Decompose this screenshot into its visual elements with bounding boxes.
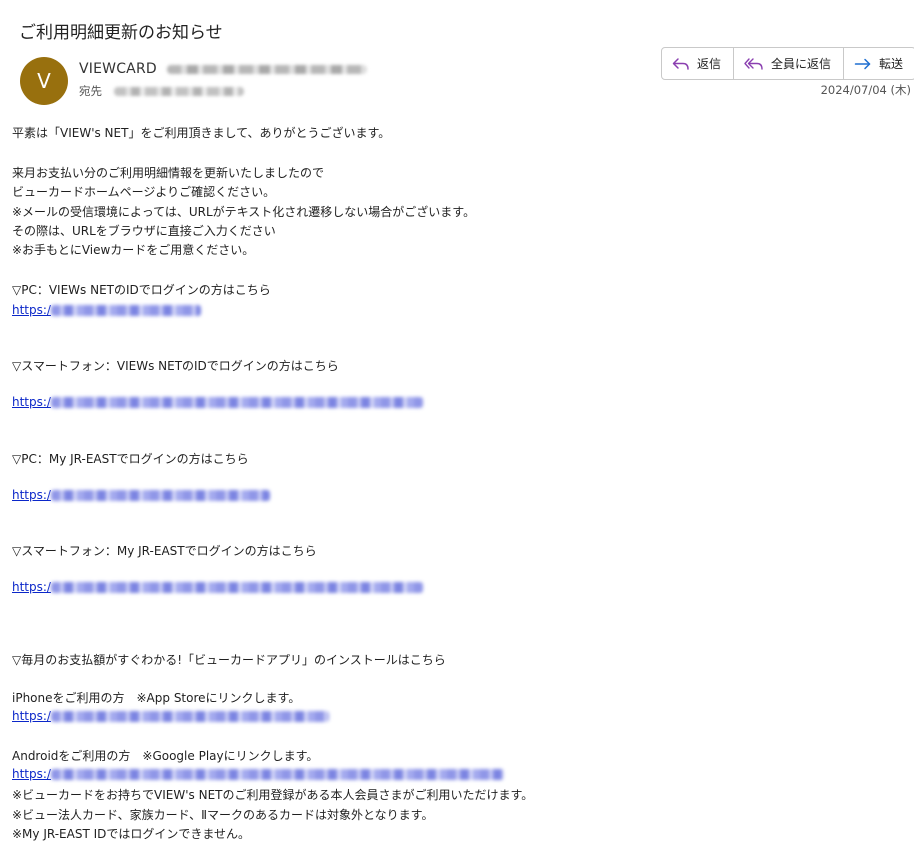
android-text: Androidをご利用の方 ※Google Playにリンクします。 (12, 749, 319, 763)
body-line: その際は、URLをブラウザに直接ご入力ください (12, 224, 276, 238)
section-heading-sp-views: ▽スマートフォン：VIEWs NETのIDでログインの方はこちら (12, 359, 339, 373)
section-heading-pc-views: ▽PC：VIEWs NETのIDでログインの方はこちら (12, 283, 271, 297)
link-sp-views[interactable]: https:/ (12, 395, 423, 409)
iphone-text: iPhoneをご利用の方 ※App Storeにリンクします。 (12, 691, 301, 705)
url-redacted (50, 304, 201, 316)
sender-name[interactable]: VIEWCARD (79, 61, 157, 77)
note-line: ※ビューカードをお持ちでVIEW's NETのご利用登録がある本人会員さまがご利… (12, 788, 534, 802)
reply-all-label: 全員に返信 (771, 57, 832, 71)
url-redacted (50, 396, 423, 408)
reply-all-icon (744, 57, 763, 70)
body-line: 来月お支払い分のご利用明細情報を更新いたしましたので (12, 166, 325, 180)
forward-arrow-icon (854, 58, 871, 69)
link-text: https:/ (12, 767, 51, 781)
reply-label: 返信 (697, 57, 722, 71)
body-line: ※メールの受信環境によっては、URLがテキスト化され遷移しない場合がございます。 (12, 205, 476, 219)
reply-all-button[interactable]: 全員に返信 (733, 48, 843, 79)
note-line: ※My JR-EAST IDではログインできません。 (12, 827, 251, 841)
email-date: 2024/07/04 (木) (820, 83, 911, 97)
link-pc-views[interactable]: https:/ (12, 303, 201, 317)
link-google-play[interactable]: https:/ (12, 767, 504, 781)
message-actions: 返信 全員に返信 転送 (661, 47, 914, 80)
body-line: ビューカードホームページよりご確認ください。 (12, 185, 276, 199)
link-text: https:/ (12, 303, 51, 317)
forward-label: 転送 (879, 57, 904, 71)
link-text: https:/ (12, 488, 51, 502)
recipient-redacted (114, 86, 244, 96)
section-heading-app: ▽毎月のお支払額がすぐわかる!「ビューカードアプリ」のインストールはこちら (12, 653, 446, 667)
greeting-text: 平素は「VIEW's NET」をご利用頂きまして、ありがとうございます。 (12, 126, 391, 140)
link-text: https:/ (12, 709, 51, 723)
link-text: https:/ (12, 395, 51, 409)
body-line: ※お手もとにViewカードをご用意ください。 (12, 243, 255, 257)
section-heading-pc-jr: ▽PC：My JR-EASTでログインの方はこちら (12, 452, 249, 466)
url-redacted (50, 768, 504, 780)
section-heading-sp-jr: ▽スマートフォン：My JR-EASTでログインの方はこちら (12, 544, 317, 558)
recipient-row: 宛先 (79, 83, 244, 99)
url-redacted (50, 710, 329, 722)
link-sp-jr[interactable]: https:/ (12, 580, 423, 594)
to-label: 宛先 (79, 84, 102, 98)
reply-button[interactable]: 返信 (662, 48, 733, 79)
note-line: ※ビュー法人カード、家族カード、Ⅱマークのあるカードは対象外となります。 (12, 808, 434, 822)
link-text: https:/ (12, 580, 51, 594)
forward-button[interactable]: 転送 (843, 48, 914, 79)
link-app-store[interactable]: https:/ (12, 709, 329, 723)
reply-icon (672, 57, 689, 70)
sender-avatar[interactable]: V (20, 57, 68, 105)
url-redacted (50, 581, 423, 593)
sender-email-redacted (166, 64, 367, 74)
link-pc-jr[interactable]: https:/ (12, 488, 270, 502)
email-reading-pane: ご利用明細更新のお知らせ V VIEWCARD 宛先 返信 全員に返信 転送 2… (0, 0, 914, 852)
url-redacted (50, 489, 270, 501)
email-subject: ご利用明細更新のお知らせ (19, 23, 223, 43)
sender-row: VIEWCARD (79, 61, 367, 77)
